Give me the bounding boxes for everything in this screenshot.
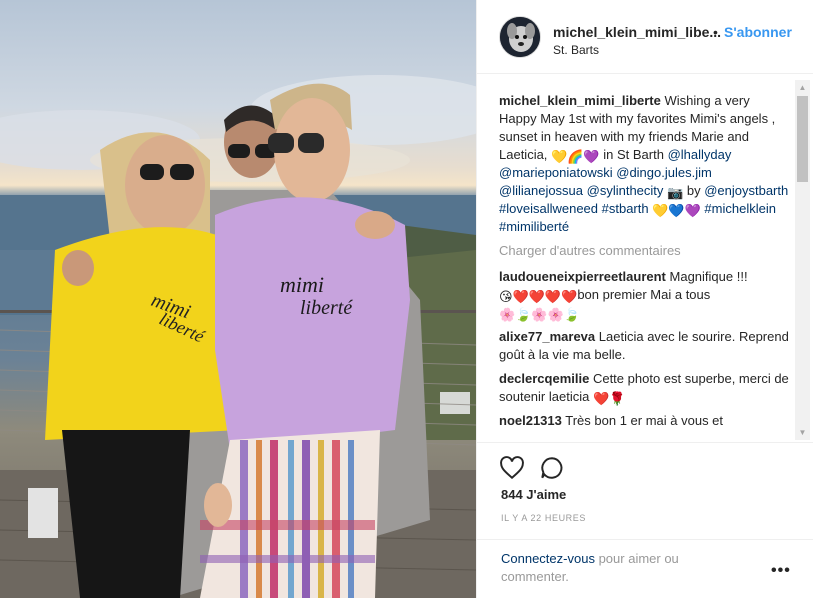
post-username[interactable]: michel_klein_mimi_libe... — [553, 24, 721, 40]
camera-emoji: 📷 — [667, 185, 684, 200]
load-more-comments-button[interactable]: Charger d'autres commentaires — [499, 242, 789, 260]
comment-emoji: 😘❤️❤️❤️❤️ — [499, 289, 578, 304]
comment-emoji: ❤️🌹 — [592, 391, 626, 406]
comments-scrollbar[interactable]: ▲ ▼ — [795, 80, 810, 440]
comment-username[interactable]: laudoueneixpierreetlaurent — [499, 269, 666, 284]
login-prompt: Connectez-vous pour aimer ou commenter. … — [477, 539, 813, 598]
svg-text:liberté: liberté — [300, 297, 353, 319]
caption-text-3: by — [686, 183, 701, 198]
post-header: michel_klein_mimi_libe... St. Barts • S'… — [477, 0, 813, 74]
separator-dot: • — [713, 24, 718, 40]
post-photo[interactable]: mimi liberté mimi liberté — [0, 0, 476, 598]
comment-item: laudoueneixpierreetlaurent Magnifique !!… — [499, 268, 789, 322]
svg-text:mimi: mimi — [280, 272, 324, 297]
dog-avatar-icon — [500, 17, 540, 57]
login-prompt-text: Connectez-vous pour aimer ou commenter. — [501, 550, 741, 586]
comment-item: noel21313 Très bon 1 er mai à vous et — [499, 412, 789, 430]
post-actions: 844 J'aime IL Y A 22 HEURES Connectez-vo… — [477, 442, 813, 598]
scroll-thumb[interactable] — [797, 96, 808, 182]
follow-button[interactable]: S'abonner — [724, 24, 792, 40]
comment-icon[interactable] — [539, 455, 565, 481]
caption-mention-enjoystbarth[interactable]: @enjoystbarth — [704, 183, 788, 198]
instagram-post: mimi liberté mimi liberté michel_klein_m… — [0, 0, 813, 598]
comment-text: Magnifique !!! — [669, 269, 748, 284]
caption-text-2: in St Barth — [603, 147, 664, 162]
comment-username[interactable]: alixe77_mareva — [499, 329, 595, 344]
profile-avatar[interactable] — [499, 16, 541, 58]
comment-emoji: 🌸🍃🌸🌸🍃 — [499, 307, 580, 322]
comment-text: Très bon 1 er mai à vous et — [565, 413, 724, 428]
caption-emoji-1: 💛🌈💜 — [551, 149, 600, 164]
caption-emoji-3: 💛💙💜 — [652, 203, 701, 218]
comment-username[interactable]: declercqemilie — [499, 371, 589, 386]
scroll-up-icon[interactable]: ▲ — [795, 80, 810, 95]
scroll-down-icon[interactable]: ▼ — [795, 425, 810, 440]
post-time: IL Y A 22 HEURES — [501, 513, 586, 523]
comments-list: michel_klein_mimi_liberte Wishing a very… — [499, 92, 789, 442]
login-link[interactable]: Connectez-vous — [501, 551, 595, 566]
caption: michel_klein_mimi_liberte Wishing a very… — [499, 92, 789, 236]
more-options-icon[interactable]: ••• — [771, 562, 791, 580]
likes-count[interactable]: 844 J'aime — [501, 487, 566, 502]
comment-item: alixe77_mareva Laeticia avec le sourire.… — [499, 328, 789, 364]
caption-username[interactable]: michel_klein_mimi_liberte — [499, 93, 661, 108]
comment-item: declercqemilie Cette photo est superbe, … — [499, 370, 789, 406]
comment-username[interactable]: noel21313 — [499, 413, 562, 428]
post-location[interactable]: St. Barts — [553, 43, 599, 57]
comment-text: bon premier Mai a tous — [577, 287, 711, 302]
photo-illustration: mimi liberté mimi liberté — [0, 75, 476, 598]
heart-icon[interactable] — [499, 455, 525, 481]
post-side-panel: michel_klein_mimi_libe... St. Barts • S'… — [476, 0, 813, 598]
caption-hashtags-1[interactable]: #loveisallweneed #stbarth — [499, 201, 649, 216]
